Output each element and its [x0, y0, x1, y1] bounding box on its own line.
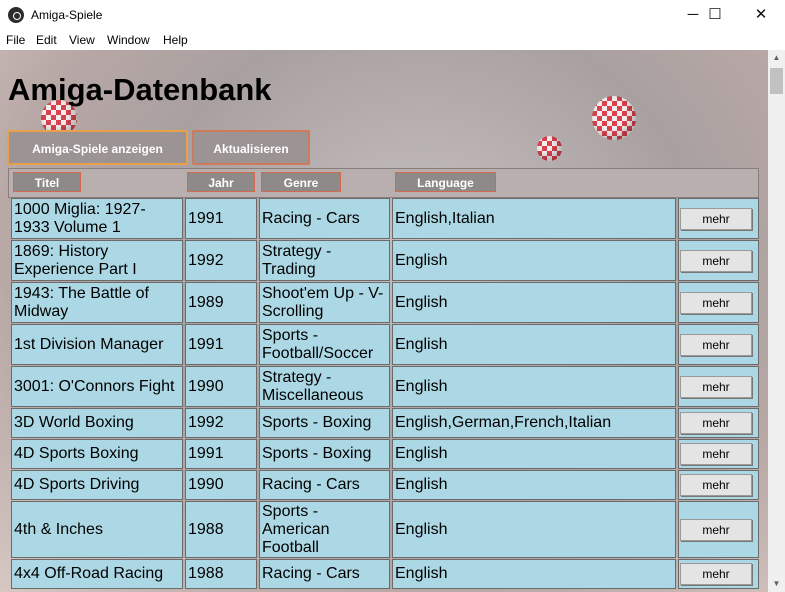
cell-title: 3001: O'Connors Fight — [11, 366, 183, 407]
cell-language: English,German,French,Italian — [392, 408, 676, 438]
cell-title: 3D World Boxing — [11, 408, 183, 438]
more-button[interactable]: mehr — [680, 208, 752, 230]
table-body: 1000 Miglia: 1927-1933 Volume 1 1991 Racin… — [8, 198, 759, 590]
cell-year: 1988 — [185, 501, 257, 558]
more-button[interactable]: mehr — [680, 376, 752, 398]
menu-view[interactable]: View — [69, 33, 95, 47]
cell-language: English — [392, 282, 676, 323]
more-button[interactable]: mehr — [680, 519, 752, 541]
close-button[interactable]: ✕ — [738, 0, 784, 30]
show-games-button[interactable]: Amiga-Spiele anzeigen — [7, 130, 188, 165]
maximize-button[interactable]: ☐ — [692, 0, 738, 30]
more-button[interactable]: mehr — [680, 250, 752, 272]
cell-title: 4th & Inches — [11, 501, 183, 558]
vertical-scrollbar[interactable]: ▲ ▼ — [768, 50, 785, 592]
menu-file[interactable]: File — [6, 33, 25, 47]
cell-year: 1991 — [185, 324, 257, 365]
boing-ball-image — [537, 136, 562, 161]
table-row: 4D Sports Driving 1990 Racing - Cars Englis… — [8, 470, 759, 501]
cell-year: 1992 — [185, 408, 257, 438]
cell-genre: Sports - American Football — [259, 501, 390, 558]
column-header-language[interactable]: Language — [395, 172, 496, 192]
column-header-genre[interactable]: Genre — [261, 172, 341, 192]
cell-title: 4x4 Off-Road Racing — [11, 559, 183, 589]
more-button[interactable]: mehr — [680, 443, 752, 465]
column-header-title[interactable]: Titel — [13, 172, 81, 192]
page-title: Amiga-Datenbank — [8, 72, 272, 107]
scroll-up-icon[interactable]: ▲ — [768, 50, 785, 66]
menu-help[interactable]: Help — [163, 33, 188, 47]
more-button[interactable]: mehr — [680, 474, 752, 496]
cell-title: 1869: History Experience Part I — [11, 240, 183, 281]
cell-year: 1991 — [185, 198, 257, 239]
cell-year: 1989 — [185, 282, 257, 323]
cell-year: 1988 — [185, 559, 257, 589]
cell-title: 1000 Miglia: 1927-1933 Volume 1 — [11, 198, 183, 239]
cell-title: 1st Division Manager — [11, 324, 183, 365]
cell-genre: Racing - Cars — [259, 559, 390, 589]
cell-year: 1991 — [185, 439, 257, 469]
table-row: 4th & Inches 1988 Sports - American Footba… — [8, 501, 759, 559]
cell-year: 1992 — [185, 240, 257, 281]
table-header: Titel Jahr Genre Language — [8, 168, 759, 198]
cell-genre: Strategy - Miscellaneous — [259, 366, 390, 407]
scroll-down-icon[interactable]: ▼ — [768, 576, 785, 592]
cell-genre: Racing - Cars — [259, 198, 390, 239]
table-row: 1st Division Manager 1991 Sports - Footbal… — [8, 324, 759, 366]
cell-genre: Sports - Boxing — [259, 408, 390, 438]
cell-language: English — [392, 366, 676, 407]
cell-genre: Sports - Boxing — [259, 439, 390, 469]
cell-language: English — [392, 240, 676, 281]
refresh-button[interactable]: Aktualisieren — [192, 130, 310, 165]
boing-ball-image — [592, 96, 636, 140]
menu-bar: File Edit View Window Help — [0, 30, 785, 50]
table-row: 1000 Miglia: 1927-1933 Volume 1 1991 Racin… — [8, 198, 759, 240]
table-row: 1943: The Battle of Midway 1989 Shoot'em U… — [8, 282, 759, 324]
cell-title: 4D Sports Driving — [11, 470, 183, 500]
table-row: 4D Sports Boxing 1991 Sports - Boxing Engli… — [8, 439, 759, 470]
column-header-year[interactable]: Jahr — [187, 172, 255, 192]
table-row: 3D World Boxing 1992 Sports - Boxing Englis… — [8, 408, 759, 439]
cell-genre: Strategy - Trading — [259, 240, 390, 281]
cell-language: English — [392, 470, 676, 500]
app-icon — [8, 7, 24, 23]
cell-year: 1990 — [185, 366, 257, 407]
menu-window[interactable]: Window — [107, 33, 150, 47]
window-title: Amiga-Spiele — [31, 8, 103, 22]
cell-title: 4D Sports Boxing — [11, 439, 183, 469]
games-table: Titel Jahr Genre Language 1000 Miglia: 1… — [8, 168, 759, 590]
table-row: 4x4 Off-Road Racing 1988 Racing - Cars Engl… — [8, 559, 759, 590]
cell-language: English — [392, 501, 676, 558]
more-button[interactable]: mehr — [680, 412, 752, 434]
cell-genre: Racing - Cars — [259, 470, 390, 500]
table-row: 3001: O'Connors Fight 1990 Strategy - Misc… — [8, 366, 759, 408]
cell-genre: Shoot'em Up - V-Scrolling — [259, 282, 390, 323]
main-content: Amiga-Datenbank Amiga-Spiele anzeigen Ak… — [0, 50, 768, 592]
cell-title: 1943: The Battle of Midway — [11, 282, 183, 323]
cell-language: English — [392, 559, 676, 589]
more-button[interactable]: mehr — [680, 563, 752, 585]
table-row: 1869: History Experience Part I 1992 Strat… — [8, 240, 759, 282]
cell-year: 1990 — [185, 470, 257, 500]
menu-edit[interactable]: Edit — [36, 33, 57, 47]
title-bar: Amiga-Spiele ─ ☐ ✕ — [0, 0, 785, 30]
cell-language: English — [392, 324, 676, 365]
cell-language: English,Italian — [392, 198, 676, 239]
more-button[interactable]: mehr — [680, 292, 752, 314]
cell-genre: Sports - Football/Soccer — [259, 324, 390, 365]
more-button[interactable]: mehr — [680, 334, 752, 356]
scrollbar-thumb[interactable] — [770, 68, 783, 94]
cell-language: English — [392, 439, 676, 469]
